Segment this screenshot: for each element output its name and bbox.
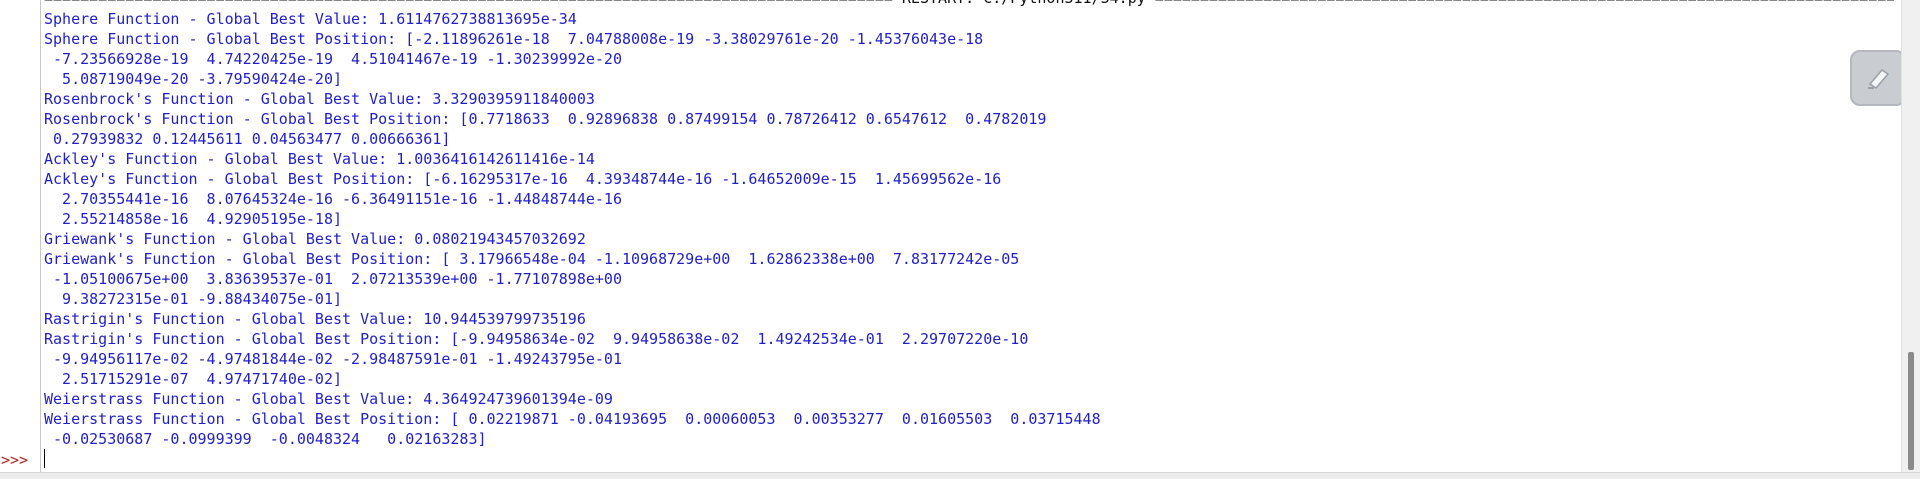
output-line: Ackley's Function - Global Best Position… — [44, 170, 1002, 188]
output-line: -9.94956117e-02 -4.97481844e-02 -2.98487… — [44, 350, 622, 368]
output-line: Rosenbrock's Function - Global Best Valu… — [44, 90, 595, 108]
output-line: Weierstrass Function - Global Best Value… — [44, 390, 613, 408]
output-line: 2.70355441e-16 8.07645324e-16 -6.3649115… — [44, 190, 622, 208]
output-line: Griewank's Function - Global Best Value:… — [44, 230, 586, 248]
output-line: Rastrigin's Function - Global Best Value… — [44, 310, 586, 328]
output-line: Ackley's Function - Global Best Value: 1… — [44, 150, 595, 168]
output-lines: Sphere Function - Global Best Value: 1.6… — [44, 9, 1101, 449]
scrollbar-thumb[interactable] — [1908, 352, 1914, 470]
output-line: Sphere Function - Global Best Position: … — [44, 30, 984, 48]
output-line: Sphere Function - Global Best Value: 1.6… — [44, 10, 577, 28]
console-output[interactable]: ========================================… — [44, 0, 1894, 472]
status-bar — [0, 472, 1920, 479]
output-line: Weierstrass Function - Global Best Posit… — [44, 410, 1101, 428]
output-line: 2.55214858e-16 4.92905195e-18] — [44, 210, 343, 228]
restart-banner: ========================================… — [44, 0, 1894, 8]
output-line: 9.38272315e-01 -9.88434075e-01] — [44, 290, 343, 308]
output-line: Griewank's Function - Global Best Positi… — [44, 250, 1020, 268]
output-line: Rastrigin's Function - Global Best Posit… — [44, 330, 1029, 348]
output-line: -7.23566928e-19 4.74220425e-19 4.5104146… — [44, 50, 622, 68]
output-line: -1.05100675e+00 3.83639537e-01 2.0721353… — [44, 270, 622, 288]
output-line: 2.51715291e-07 4.97471740e-02] — [44, 370, 343, 388]
output-line: 5.08719049e-20 -3.79590424e-20] — [44, 70, 343, 88]
gutter-divider — [40, 0, 41, 472]
prompt-gutter — [0, 0, 38, 479]
output-line: Rosenbrock's Function - Global Best Posi… — [44, 110, 1047, 128]
output-line: 0.27939832 0.12445611 0.04563477 0.00666… — [44, 130, 451, 148]
shell-prompt: >>> — [1, 451, 29, 469]
squeeze-button[interactable] — [1850, 50, 1906, 106]
idle-shell-window: ========================================… — [0, 0, 1920, 479]
vertical-scrollbar[interactable] — [1901, 0, 1920, 472]
text-cursor — [44, 449, 45, 468]
output-line: -0.02530687 -0.0999399 -0.0048324 0.0216… — [44, 430, 487, 448]
